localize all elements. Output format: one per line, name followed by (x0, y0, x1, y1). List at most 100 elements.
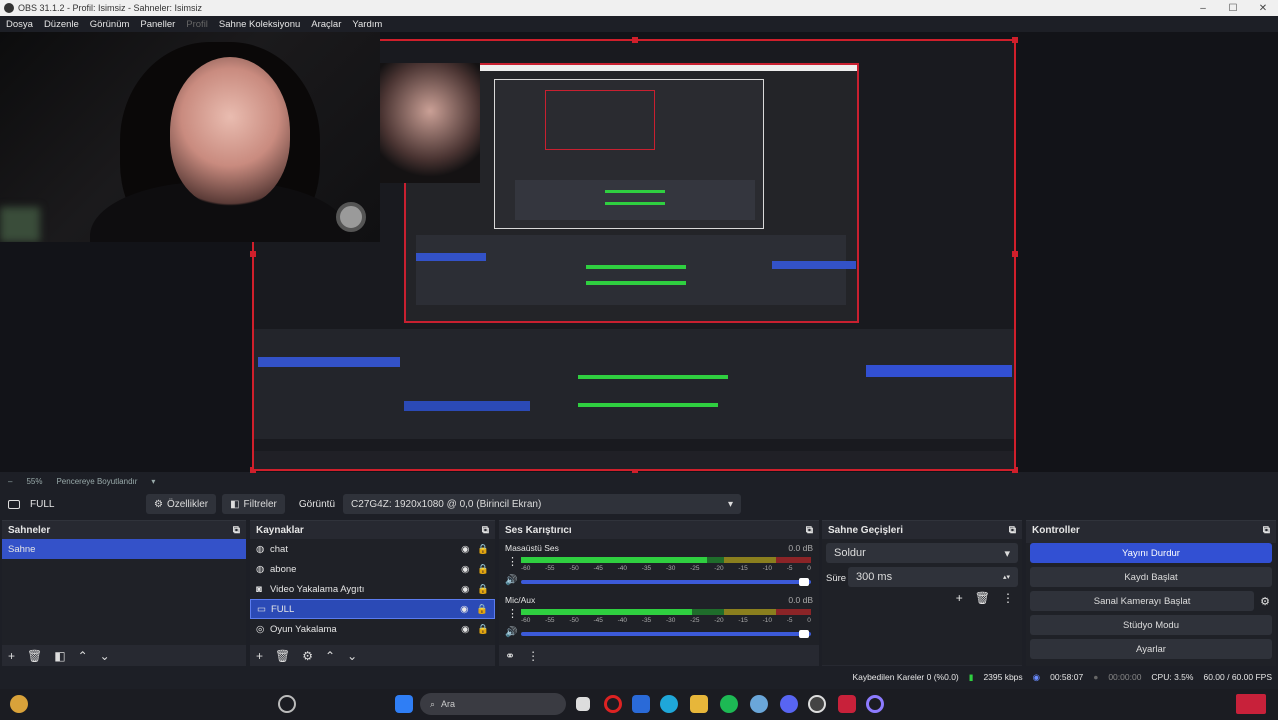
dock-float-icon[interactable]: ⧉ (482, 525, 489, 536)
speaker-icon[interactable]: 🔊 (505, 627, 517, 638)
scene-item[interactable]: Sahne (2, 539, 246, 559)
eye-icon[interactable]: ◉ (461, 564, 477, 575)
menu-docks[interactable]: Paneller (140, 19, 175, 30)
minimize-button[interactable]: – (1188, 3, 1218, 14)
source-item[interactable]: ◍ chat ◉ 🔒 (250, 539, 495, 559)
maximize-button[interactable]: ☐ (1218, 3, 1248, 14)
dock-float-icon[interactable]: ⧉ (1009, 525, 1016, 536)
menu-tools[interactable]: Araçlar (311, 19, 341, 30)
menu-edit[interactable]: Düzenle (44, 19, 79, 30)
start-virtual-camera-button[interactable]: Sanal Kamerayı Başlat (1030, 591, 1255, 611)
settings-button[interactable]: Ayarlar (1030, 639, 1272, 659)
dock-title: Ses Karıştırıcı (505, 524, 572, 536)
recursive-docks (254, 329, 1014, 439)
volume-slider-handle[interactable] (799, 578, 809, 586)
opera-icon[interactable] (604, 695, 622, 713)
menu-file[interactable]: Dosya (6, 19, 33, 30)
discord-icon[interactable] (780, 695, 798, 713)
volume-slider-handle[interactable] (799, 630, 809, 638)
stepper-icon[interactable]: ▴▾ (1003, 573, 1010, 581)
close-button[interactable]: ✕ (1248, 3, 1278, 14)
preview-zoom-bar: – 55% Pencereye Boyutlandır ▾ (0, 474, 1278, 488)
lock-icon[interactable]: 🔒 (477, 564, 489, 575)
trash-icon[interactable]: 🗑 (27, 649, 42, 663)
monitor-icon: ▭ (257, 603, 266, 615)
store-icon[interactable] (632, 695, 650, 713)
lock-icon[interactable]: 🔒 (477, 544, 489, 555)
kebab-menu-icon[interactable]: ⋮ (507, 607, 518, 620)
eye-icon[interactable]: ◉ (460, 604, 476, 615)
lock-icon[interactable]: 🔒 (477, 624, 489, 635)
eye-icon[interactable]: ◉ (461, 624, 477, 635)
display-select[interactable]: C27G4Z: 1920x1080 @ 0,0 (Birincil Ekran)… (343, 494, 742, 514)
microphone-icon (336, 202, 366, 232)
lock-icon[interactable]: 🔒 (477, 584, 489, 595)
add-icon[interactable]: + (956, 591, 963, 605)
trash-icon[interactable]: 🗑 (275, 649, 290, 663)
chevron-down-icon[interactable]: ⌄ (347, 649, 357, 663)
zoom-out-icon[interactable]: – (8, 477, 12, 486)
folder-icon[interactable] (690, 695, 708, 713)
dock-float-icon[interactable]: ⧉ (233, 525, 240, 536)
dock-float-icon[interactable]: ⧉ (1263, 525, 1270, 536)
stop-streaming-button[interactable]: Yayını Durdur (1030, 543, 1272, 563)
kebab-menu-icon[interactable]: ⋮ (527, 649, 539, 663)
properties-button[interactable]: ⚙ Özellikler (146, 494, 217, 514)
lock-icon[interactable]: 🔒 (476, 604, 488, 615)
spotify-icon[interactable] (720, 695, 738, 713)
trash-icon[interactable]: 🗑 (975, 591, 990, 605)
window-title: OBS 31.1.2 - Profil: Isimsiz - Sahneler:… (18, 3, 203, 13)
speaker-icon[interactable]: 🔊 (505, 575, 517, 586)
eye-icon[interactable]: ◉ (461, 544, 477, 555)
filters-button[interactable]: ◧ Filtreler (222, 494, 285, 514)
weather-icon[interactable] (10, 695, 28, 713)
source-item[interactable]: ◎ Oyun Yakalama ◉ 🔒 (250, 619, 495, 639)
duration-input[interactable]: 300 ms ▴▾ (848, 567, 1018, 587)
edge-icon[interactable] (660, 695, 678, 713)
source-item[interactable]: ▭ FULL ◉ 🔒 (250, 599, 495, 619)
app-icon[interactable] (838, 695, 856, 713)
link-icon[interactable]: ⚭ (505, 649, 515, 663)
add-icon[interactable]: + (256, 649, 263, 663)
taskbar-search[interactable]: ⌕ Ara (420, 693, 566, 715)
eye-icon[interactable]: ◉ (461, 584, 477, 595)
transition-select[interactable]: Soldur ▾ (826, 543, 1018, 563)
tray-icon[interactable] (1236, 694, 1266, 714)
source-item[interactable]: ◙ Video Yakalama Aygıtı ◉ 🔒 (250, 579, 495, 599)
resize-handle[interactable] (632, 37, 638, 43)
window-titlebar: OBS 31.1.2 - Profil: Isimsiz - Sahneler:… (0, 0, 1278, 16)
start-recording-button[interactable]: Kaydı Başlat (1030, 567, 1272, 587)
kebab-menu-icon[interactable]: ⋮ (507, 555, 518, 568)
gear-icon[interactable]: ⚙ (302, 649, 313, 663)
filter-icon[interactable]: ◧ (54, 649, 65, 663)
channel-name: Mic/Aux (505, 595, 536, 605)
menu-profile[interactable]: Profil (186, 19, 208, 30)
task-view-icon[interactable] (576, 697, 590, 711)
controls-dock: Kontroller ⧉ Yayını Durdur Kaydı Başlat S… (1026, 520, 1276, 669)
menu-scene-collection[interactable]: Sahne Koleksiyonu (219, 19, 300, 30)
menu-help[interactable]: Yardım (352, 19, 382, 30)
kebab-menu-icon[interactable]: ⋮ (1002, 591, 1014, 605)
obs-icon[interactable] (808, 695, 826, 713)
chevron-down-icon[interactable]: ⌄ (100, 649, 110, 663)
resize-handle[interactable] (1012, 251, 1018, 257)
add-icon[interactable]: + (8, 649, 15, 663)
widget-icon[interactable] (278, 695, 296, 713)
globe-icon[interactable] (750, 695, 768, 713)
volume-slider[interactable] (521, 632, 811, 636)
app-icon[interactable] (866, 695, 884, 713)
cpu-usage: CPU: 3.5% (1151, 672, 1194, 682)
resize-handle[interactable] (1012, 37, 1018, 43)
zoom-mode[interactable]: Pencereye Boyutlandır (56, 477, 137, 486)
studio-mode-button[interactable]: Stüdyo Modu (1030, 615, 1272, 635)
chevron-up-icon[interactable]: ⌃ (325, 649, 335, 663)
chevron-down-icon[interactable]: ▾ (151, 477, 155, 486)
windows-start-icon[interactable] (395, 695, 413, 713)
chevron-up-icon[interactable]: ⌃ (78, 649, 88, 663)
gear-icon[interactable]: ⚙ (1260, 595, 1270, 608)
menu-view[interactable]: Görünüm (90, 19, 130, 30)
resize-handle[interactable] (250, 251, 256, 257)
volume-slider[interactable] (521, 580, 811, 584)
source-item[interactable]: ◍ abone ◉ 🔒 (250, 559, 495, 579)
dock-float-icon[interactable]: ⧉ (806, 525, 813, 536)
